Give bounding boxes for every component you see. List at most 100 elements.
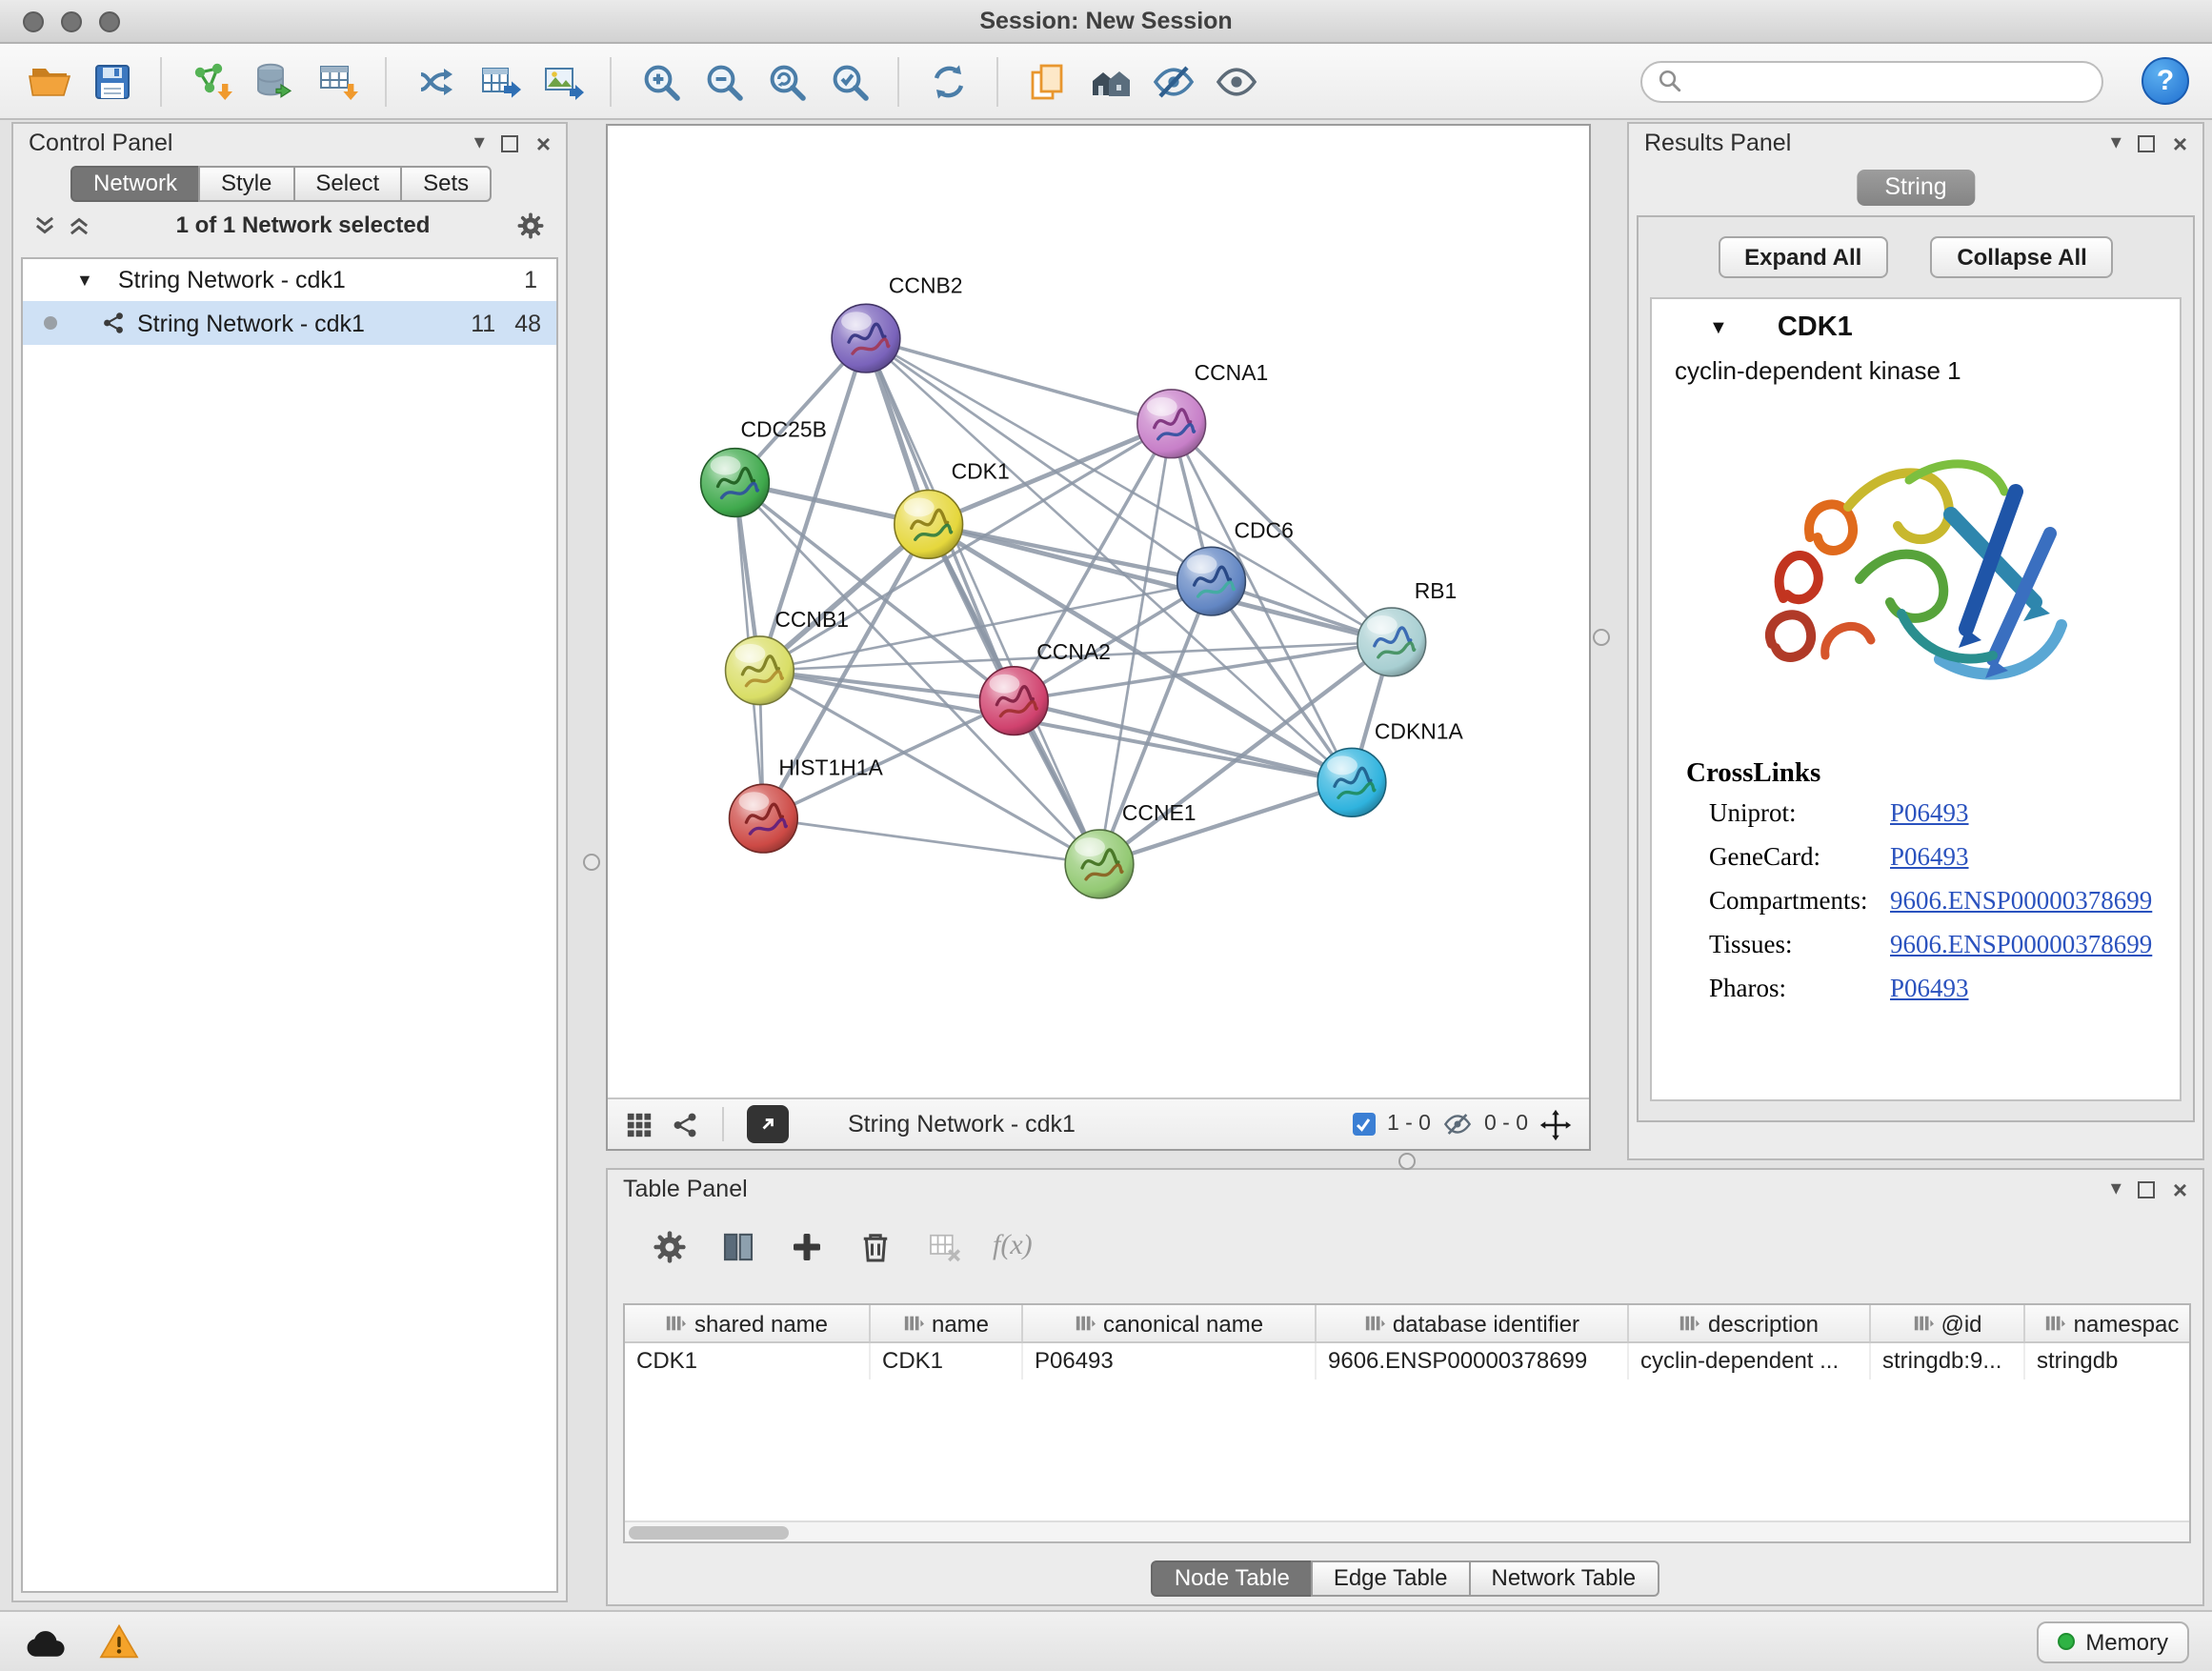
pan-crosshair-icon[interactable] <box>1539 1108 1572 1140</box>
crosslink-link[interactable]: 9606.ENSP00000378699 <box>1890 929 2152 959</box>
cell-shared-name[interactable]: CDK1 <box>625 1343 871 1379</box>
copy-button[interactable] <box>1021 55 1073 107</box>
control-panel-collapse-icon[interactable]: ▾ <box>474 132 485 153</box>
table-panel-float-icon[interactable] <box>2139 1180 2156 1198</box>
import-network-from-file-button[interactable] <box>185 55 236 107</box>
column-header-shared-name[interactable]: shared name <box>625 1305 871 1341</box>
export-table-button[interactable] <box>473 55 524 107</box>
table-horizontal-scrollbar[interactable] <box>625 1520 2189 1541</box>
open-in-window-button[interactable] <box>747 1105 789 1143</box>
tab-network[interactable]: Network <box>70 166 200 202</box>
delete-column-trash-icon[interactable] <box>855 1226 895 1266</box>
selected-checkbox-icon[interactable] <box>1353 1113 1376 1136</box>
tab-string[interactable]: String <box>1856 170 1975 206</box>
zoom-fit-button[interactable] <box>760 55 812 107</box>
traffic-light-minimize-button[interactable] <box>61 11 82 32</box>
tree-caret-icon[interactable]: ▼ <box>76 271 93 290</box>
hidden-eye-slash-icon[interactable] <box>1442 1109 1473 1139</box>
node-CDKN1A[interactable] <box>1317 748 1386 816</box>
column-header-canonical-name[interactable]: canonical name <box>1023 1305 1317 1341</box>
import-table-from-file-button[interactable] <box>311 55 362 107</box>
node-RB1[interactable] <box>1357 608 1426 676</box>
column-header-id[interactable]: @id <box>1871 1305 2025 1341</box>
results-panel-float-icon[interactable] <box>2139 134 2156 151</box>
cell-canonical-name[interactable]: P06493 <box>1023 1343 1317 1379</box>
node-CCNE1[interactable] <box>1065 830 1134 898</box>
open-session-button[interactable] <box>23 55 74 107</box>
cell-namespace[interactable]: stringdb <box>2025 1343 2191 1379</box>
search-input[interactable] <box>1692 68 2086 94</box>
zoom-selected-button[interactable] <box>823 55 875 107</box>
traffic-light-close-button[interactable] <box>23 11 44 32</box>
cell-name[interactable]: CDK1 <box>871 1343 1023 1379</box>
splitter-handle-bottom[interactable] <box>1398 1153 1416 1170</box>
network-canvas[interactable]: CCNB2CCNA1CDC25BCDK1CDC6RB1CCNB1CCNA2CDK… <box>608 126 1589 1097</box>
splitter-handle-right[interactable] <box>1593 629 1610 646</box>
scrollbar-thumb[interactable] <box>629 1526 789 1540</box>
collapse-all-chevrons-icon[interactable] <box>67 212 91 237</box>
refresh-view-button[interactable] <box>922 55 974 107</box>
cell-database-identifier[interactable]: 9606.ENSP00000378699 <box>1317 1343 1629 1379</box>
crosslink-link[interactable]: P06493 <box>1890 797 1969 828</box>
add-column-icon[interactable] <box>787 1226 827 1266</box>
memory-button[interactable]: Memory <box>2036 1621 2189 1662</box>
traffic-light-zoom-button[interactable] <box>99 11 120 32</box>
zoom-in-button[interactable] <box>634 55 686 107</box>
tab-style[interactable]: Style <box>198 166 294 202</box>
results-panel-collapse-icon[interactable]: ▾ <box>2111 132 2122 153</box>
node-CCNB1[interactable] <box>726 636 794 705</box>
collapse-caret-icon[interactable]: ▼ <box>1709 317 1728 338</box>
crosslink-link[interactable]: 9606.ENSP00000378699 <box>1890 885 2152 916</box>
tab-edge-table[interactable]: Edge Table <box>1311 1560 1471 1597</box>
warning-icon[interactable] <box>99 1623 139 1660</box>
node-CDC6[interactable] <box>1177 547 1246 615</box>
gear-icon[interactable] <box>514 209 547 241</box>
table-panel-collapse-icon[interactable]: ▾ <box>2111 1178 2122 1199</box>
results-panel-close-icon[interactable]: × <box>2173 131 2187 155</box>
collapse-all-button[interactable]: Collapse All <box>1930 236 2114 278</box>
column-header-name[interactable]: name <box>871 1305 1023 1341</box>
cloud-icon[interactable] <box>23 1624 69 1659</box>
node-CDC25B[interactable] <box>701 449 770 517</box>
cell-description[interactable]: cyclin-dependent ... <box>1629 1343 1871 1379</box>
node-HIST1H1A[interactable] <box>730 784 798 853</box>
edge-CCNB2-CCNE1[interactable] <box>866 338 1099 864</box>
control-panel-float-icon[interactable] <box>502 134 519 151</box>
birdseye-grid-icon[interactable] <box>625 1110 654 1138</box>
column-header-database-identifier[interactable]: database identifier <box>1317 1305 1629 1341</box>
tab-node-table[interactable]: Node Table <box>1152 1560 1313 1597</box>
import-network-from-database-button[interactable] <box>248 55 299 107</box>
column-header-namespace[interactable]: namespac <box>2025 1305 2191 1341</box>
crosslink-link[interactable]: P06493 <box>1890 841 1969 872</box>
show-columns-icon[interactable] <box>718 1226 758 1266</box>
tab-select[interactable]: Select <box>292 166 402 202</box>
search-field[interactable] <box>1640 60 2103 102</box>
show-all-button[interactable] <box>1210 55 1261 107</box>
node-CCNA2[interactable] <box>979 667 1048 735</box>
protein-card-header[interactable]: ▼ CDK1 <box>1652 299 2180 356</box>
table-panel-close-icon[interactable]: × <box>2173 1177 2187 1201</box>
node-CCNB2[interactable] <box>832 304 900 372</box>
crosslink-link[interactable]: P06493 <box>1890 973 1969 1003</box>
first-neighbors-button[interactable] <box>1084 55 1136 107</box>
network-share-icon[interactable] <box>671 1110 699 1138</box>
network-row-selected[interactable]: String Network - cdk1 11 48 <box>23 301 556 345</box>
edge-CCNE1-HIST1H1A[interactable] <box>763 818 1099 864</box>
column-header-description[interactable]: description <box>1629 1305 1871 1341</box>
expand-all-button[interactable]: Expand All <box>1718 236 1888 278</box>
node-CDK1[interactable] <box>895 491 963 559</box>
control-panel-close-icon[interactable]: × <box>536 131 551 155</box>
expand-all-chevrons-icon[interactable] <box>32 212 57 237</box>
splitter-handle-left[interactable] <box>583 854 600 871</box>
tab-sets[interactable]: Sets <box>400 166 492 202</box>
zoom-out-button[interactable] <box>697 55 749 107</box>
export-image-button[interactable] <box>535 55 587 107</box>
tab-network-table[interactable]: Network Table <box>1469 1560 1659 1597</box>
gear-icon[interactable] <box>650 1226 690 1266</box>
save-session-button[interactable] <box>86 55 137 107</box>
network-collection-row[interactable]: ▼ String Network - cdk1 1 <box>23 259 556 301</box>
cell-id[interactable]: stringdb:9... <box>1871 1343 2025 1379</box>
hide-selected-button[interactable] <box>1147 55 1198 107</box>
apply-layout-button[interactable] <box>410 55 461 107</box>
help-button[interactable]: ? <box>2142 57 2189 105</box>
